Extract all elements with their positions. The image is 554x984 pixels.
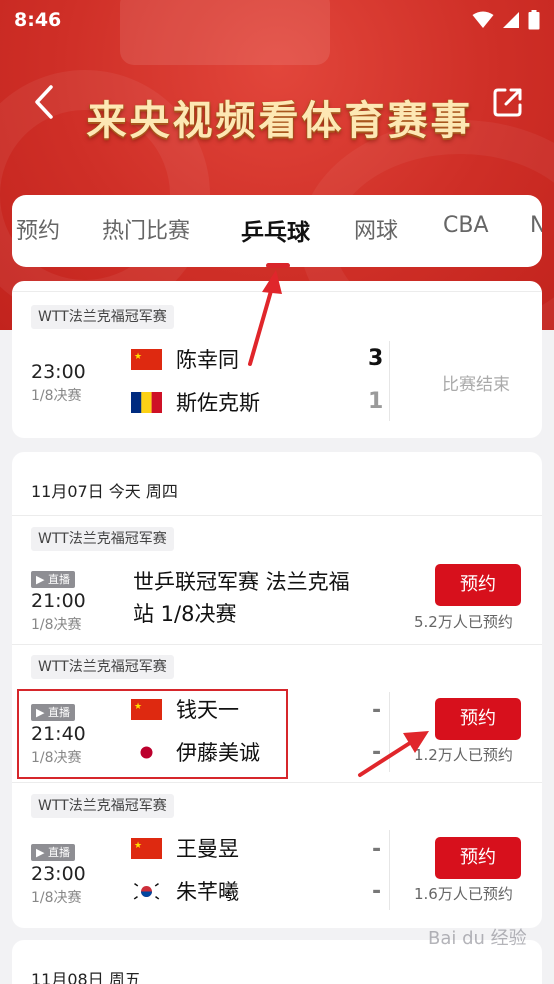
share-icon [493, 88, 522, 117]
team-row: 朱芊曦 [131, 876, 239, 906]
divider [389, 830, 390, 910]
match-round: 1/8决赛 [31, 890, 82, 906]
event-tag: WTT法兰克福冠军赛 [31, 794, 174, 818]
match-status: 比赛结束 [442, 375, 510, 395]
match-time: 23:00 [31, 361, 86, 383]
tab-hot-matches[interactable]: 热门比赛 [102, 213, 190, 245]
reserve-button[interactable]: 预约 [435, 564, 521, 606]
live-label: 直播 [47, 846, 70, 859]
team-row: 斯佐克斯 [131, 387, 260, 417]
live-badge: ▶ 直播 [31, 844, 75, 861]
tab-table-tennis[interactable]: 乒乓球 [241, 213, 310, 247]
svg-text:★: ★ [134, 352, 142, 362]
arrow-annotation-icon [248, 270, 282, 366]
match-time: 23:00 [31, 863, 86, 885]
score: - [372, 879, 382, 904]
tab-bar: 预约 热门比赛 乒乓球 网球 CBA N [12, 195, 542, 267]
reserve-button[interactable]: 预约 [435, 698, 521, 740]
tab-more[interactable]: N [530, 213, 542, 238]
wifi-icon [472, 11, 494, 28]
date-header: 11月08日 周五 [31, 970, 141, 984]
back-button[interactable] [26, 82, 62, 122]
south-korea-flag-icon [131, 880, 162, 902]
battery-icon [528, 10, 540, 30]
team-name: 陈幸同 [176, 348, 239, 372]
romania-flag-icon [131, 391, 162, 413]
match-round: 1/8决赛 [31, 388, 82, 404]
event-tag: WTT法兰克福冠军赛 [31, 305, 174, 329]
reservation-count: 1.6万人已预约 [414, 885, 513, 903]
match-time-block: ▶ 直播 21:00 1/8决赛 [31, 568, 86, 634]
event-tag: WTT法兰克福冠军赛 [31, 527, 174, 551]
reservation-count: 5.2万人已预约 [414, 613, 513, 631]
score: - [372, 837, 382, 862]
event-tag: WTT法兰克福冠军赛 [31, 655, 174, 679]
watermark: Bai du 经验 [428, 928, 527, 949]
match-round: 1/8决赛 [31, 617, 82, 633]
status-time: 8:46 [14, 9, 62, 31]
match-title-line: 世乒联冠军赛 法兰克福 [133, 570, 350, 594]
live-badge: ▶ 直播 [31, 571, 75, 588]
divider [12, 515, 542, 516]
match-time: 21:00 [31, 590, 86, 612]
china-flag-icon: ★ [131, 348, 162, 370]
live-label: 直播 [47, 573, 70, 586]
divider [389, 341, 390, 421]
share-button[interactable] [488, 82, 528, 122]
team-row: ★ 陈幸同 [131, 344, 239, 374]
team-name: 斯佐克斯 [176, 391, 260, 415]
tab-tennis[interactable]: 网球 [354, 213, 398, 245]
tab-reservation[interactable]: 预约 [16, 213, 60, 245]
score: - [372, 698, 382, 723]
page-title: 来央视频看体育赛事 [86, 97, 474, 144]
china-flag-icon: ★ [131, 837, 162, 859]
match-title-line: 站 1/8决赛 [133, 602, 237, 626]
team-name: 朱芊曦 [176, 880, 239, 904]
tab-cba[interactable]: CBA [443, 213, 489, 238]
score: 1 [368, 389, 384, 414]
svg-text:★: ★ [134, 841, 142, 851]
reserve-button[interactable]: 预约 [435, 837, 521, 879]
team-row: ★ 王曼昱 [131, 833, 239, 863]
match-time-block: ▶ 直播 23:00 1/8决赛 [31, 841, 86, 907]
date-header: 11月07日 今天 周四 [31, 482, 178, 501]
arrow-annotation-icon [358, 731, 429, 777]
divider [12, 644, 542, 645]
team-name: 王曼昱 [176, 837, 239, 861]
status-bar: 8:46 [0, 0, 554, 40]
highlight-box [17, 689, 288, 779]
match-title[interactable]: 世乒联冠军赛 法兰克福 站 1/8决赛 [133, 566, 350, 630]
chevron-left-icon [35, 85, 53, 119]
score: 3 [368, 346, 384, 371]
signal-icon [503, 12, 519, 28]
match-time-block: 23:00 1/8决赛 [31, 361, 86, 405]
divider [12, 782, 542, 783]
